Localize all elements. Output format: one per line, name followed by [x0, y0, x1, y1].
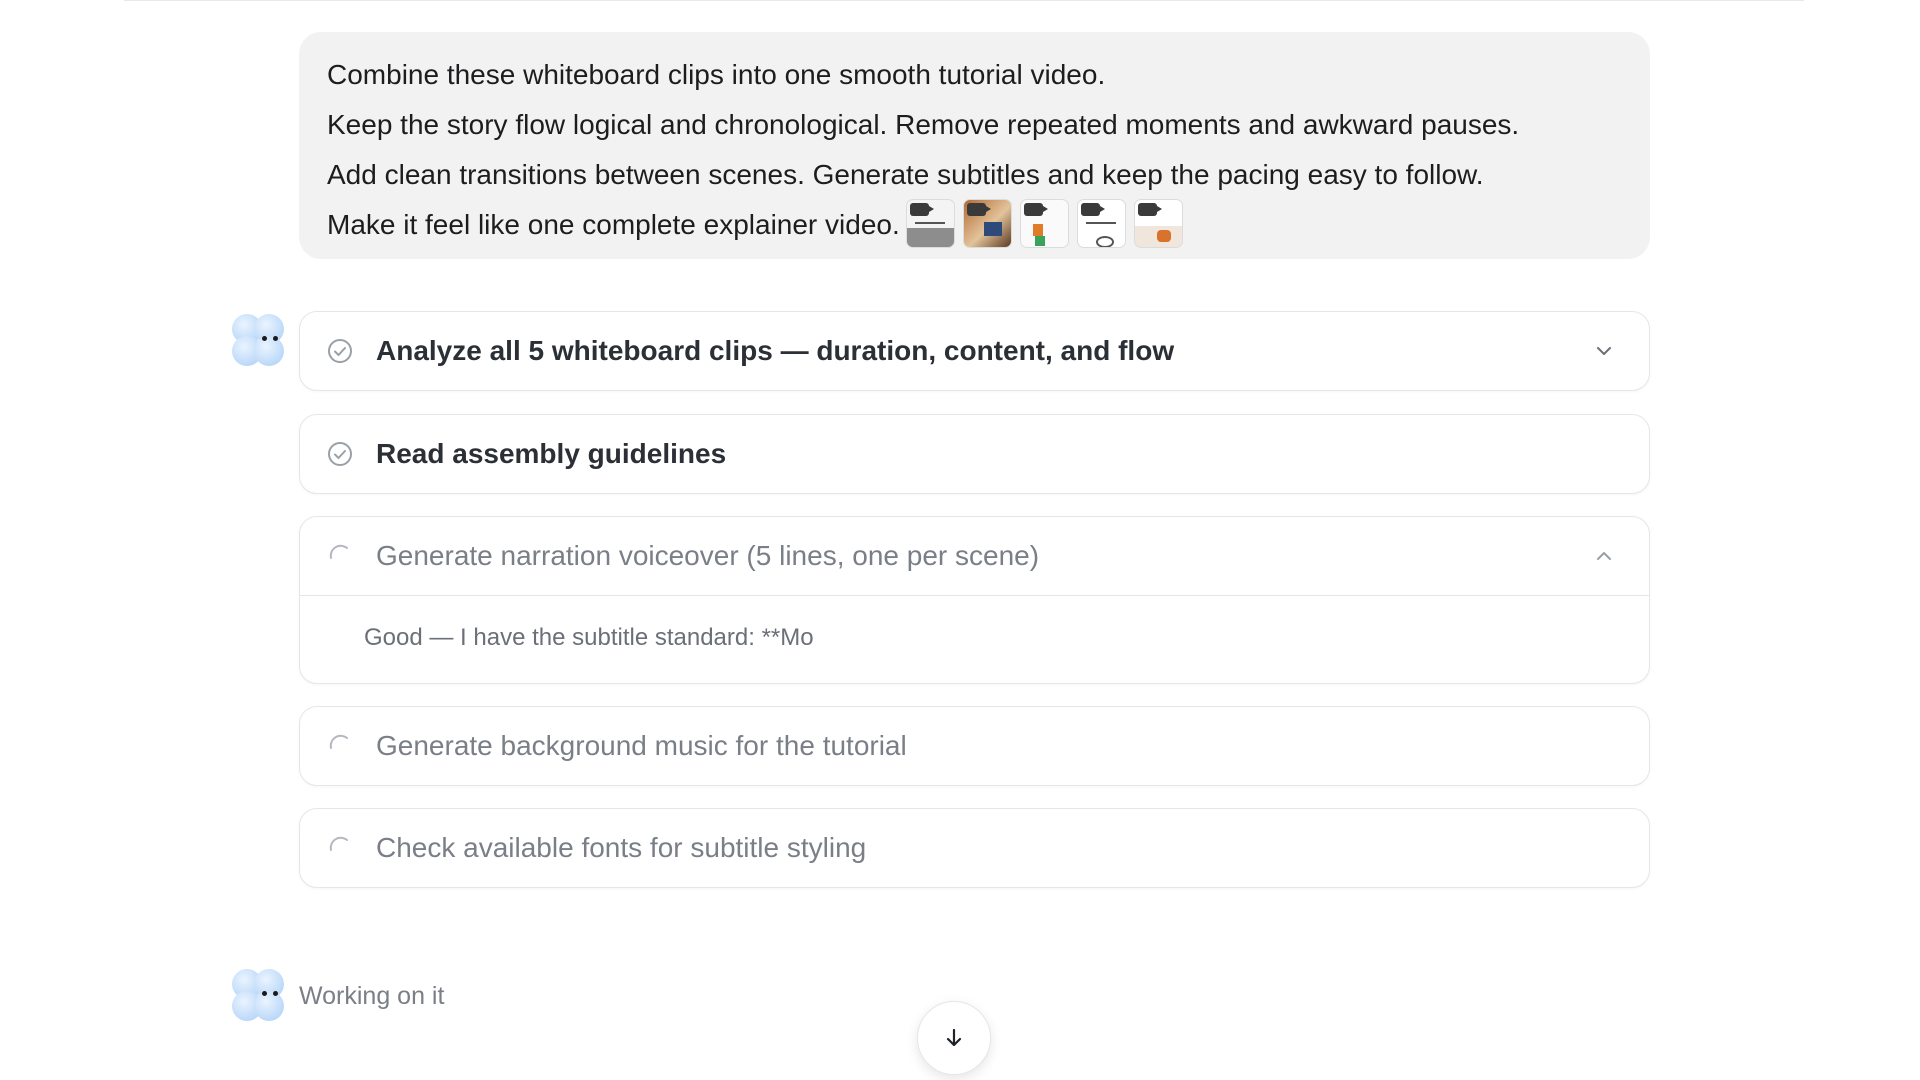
video-camera-icon	[1137, 203, 1162, 217]
video-attachment-thumbnail[interactable]	[1133, 199, 1183, 249]
step-card[interactable]: Check available fonts for subtitle styli…	[299, 808, 1650, 888]
attachment-list	[905, 199, 1183, 249]
step-card-expanded[interactable]: Generate narration voiceover (5 lines, o…	[299, 516, 1650, 684]
spinner-icon	[329, 544, 348, 559]
step-card[interactable]: Read assembly guidelines	[299, 414, 1650, 494]
step-detail: Good — I have the subtitle standard: **M…	[300, 595, 1649, 680]
step-header[interactable]: Read assembly guidelines	[300, 415, 1649, 493]
top-divider	[124, 0, 1804, 1]
arrow-down-icon	[946, 1028, 962, 1047]
video-camera-icon	[909, 203, 934, 217]
video-attachment-thumbnail[interactable]	[962, 199, 1012, 249]
assistant-avatar	[232, 314, 284, 366]
step-header[interactable]: Generate background music for the tutori…	[300, 707, 1649, 785]
step-title: Generate background music for the tutori…	[376, 730, 907, 761]
video-attachment-thumbnail[interactable]	[905, 199, 955, 249]
user-message-bubble: Combine these whiteboard clips into one …	[299, 32, 1650, 259]
video-camera-icon	[1080, 203, 1105, 217]
step-title: Analyze all 5 whiteboard clips — duratio…	[376, 335, 1175, 366]
whiteboard-sketch	[1156, 230, 1171, 243]
step-title: Generate narration voiceover (5 lines, o…	[376, 540, 1040, 571]
spinner-icon	[329, 734, 348, 749]
whiteboard-sketch	[914, 222, 945, 225]
step-header[interactable]: Analyze all 5 whiteboard clips — duratio…	[300, 312, 1649, 390]
video-attachment-thumbnail[interactable]	[1076, 199, 1126, 249]
scroll-to-bottom-button[interactable]	[917, 1001, 991, 1075]
video-camera-icon	[966, 203, 991, 217]
whiteboard-sketch	[1032, 224, 1043, 237]
step-card[interactable]: Generate background music for the tutori…	[299, 706, 1650, 786]
whiteboard-sketch	[983, 222, 1002, 237]
step-header[interactable]: Generate narration voiceover (5 lines, o…	[300, 517, 1649, 595]
assistant-avatar	[232, 969, 284, 1021]
chevron-up-icon[interactable]	[1593, 545, 1615, 567]
whiteboard-sketch	[1095, 236, 1114, 248]
user-message-line: Add clean transitions between scenes. Ge…	[327, 159, 1484, 190]
step-detail-text: Good — I have the subtitle standard: **M…	[364, 624, 814, 651]
step-card[interactable]: Analyze all 5 whiteboard clips — duratio…	[299, 311, 1650, 391]
user-message-line: Keep the story flow logical and chronolo…	[327, 109, 1520, 140]
check-circle-icon	[328, 339, 352, 363]
user-message-line: Make it feel like one complete explainer…	[327, 209, 900, 240]
working-status: Working on it	[299, 982, 445, 1010]
whiteboard-sketch	[1034, 236, 1045, 247]
video-camera-icon	[1023, 203, 1048, 217]
step-title: Check available fonts for subtitle styli…	[376, 832, 867, 863]
step-header[interactable]: Check available fonts for subtitle styli…	[300, 809, 1649, 887]
chat-page: Combine these whiteboard clips into one …	[0, 0, 1920, 1080]
user-message-line-with-attachments: Make it feel like one complete explainer…	[327, 199, 1618, 251]
user-message-line: Combine these whiteboard clips into one …	[327, 59, 1106, 90]
spinner-icon	[329, 836, 348, 851]
step-title: Read assembly guidelines	[376, 438, 727, 469]
check-circle-icon	[328, 442, 352, 466]
chevron-down-icon[interactable]	[1593, 340, 1615, 362]
whiteboard-sketch	[1085, 222, 1116, 225]
video-attachment-thumbnail[interactable]	[1019, 199, 1069, 249]
